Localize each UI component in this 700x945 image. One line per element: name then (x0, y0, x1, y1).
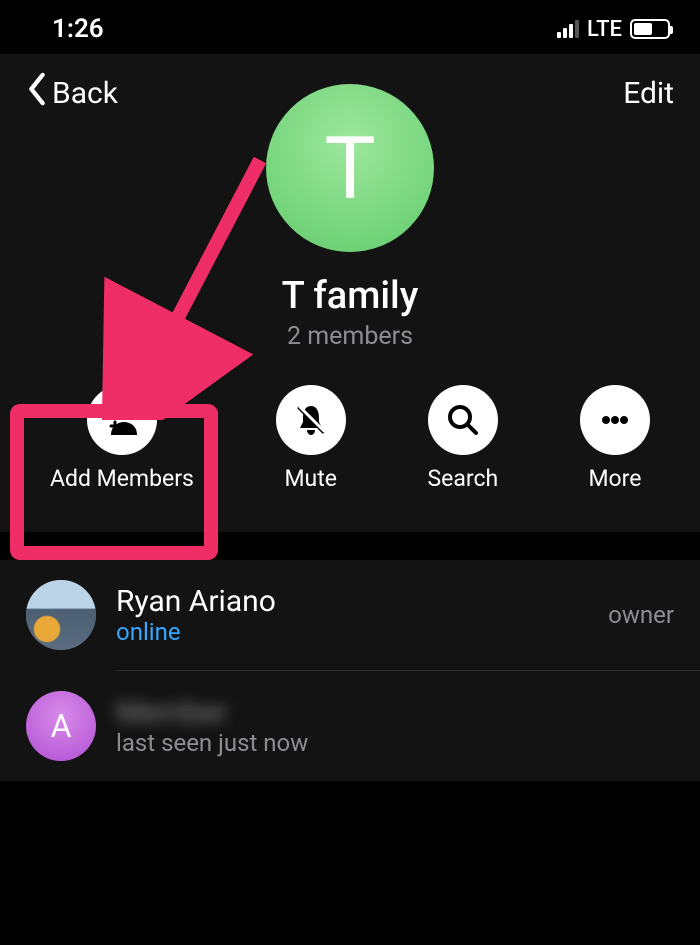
status-right: LTE (557, 17, 670, 42)
group-name: T family (26, 274, 674, 318)
avatar (26, 580, 96, 650)
search-button[interactable]: Search (428, 385, 499, 492)
signal-icon (557, 20, 579, 38)
member-name: Member (116, 696, 216, 729)
member-list: Ryan Ariano online owner A Member last s… (0, 560, 700, 781)
search-icon (428, 385, 498, 455)
more-icon (580, 385, 650, 455)
search-label: Search (428, 465, 499, 492)
mute-button[interactable]: Mute (276, 385, 346, 492)
battery-icon (630, 19, 670, 39)
edit-button[interactable]: Edit (623, 76, 674, 111)
member-status: online (116, 618, 588, 646)
group-avatar-initial: T (324, 118, 375, 219)
avatar: A (26, 691, 96, 761)
chevron-left-icon (26, 72, 48, 114)
member-row[interactable]: Ryan Ariano online owner (0, 560, 700, 670)
more-label: More (588, 465, 641, 492)
mute-label: Mute (284, 465, 336, 492)
network-label: LTE (587, 17, 622, 42)
member-role: owner (608, 601, 674, 629)
add-members-label: Add Members (50, 465, 194, 492)
member-name: Ryan Ariano (116, 585, 588, 618)
group-info-panel: Back Edit T T family 2 members Add Membe… (0, 54, 700, 532)
add-members-button[interactable]: Add Members (50, 385, 194, 492)
member-row[interactable]: A Member last seen just now (0, 671, 700, 781)
status-bar: 1:26 LTE (0, 0, 700, 54)
back-button[interactable]: Back (26, 72, 118, 114)
add-person-icon (87, 385, 157, 455)
bell-slash-icon (276, 385, 346, 455)
status-time: 1:26 (52, 14, 104, 44)
member-status: last seen just now (116, 729, 654, 757)
action-row: Add Members Mute Search (26, 385, 674, 492)
group-subtitle: 2 members (26, 322, 674, 351)
avatar-letter: A (51, 707, 72, 745)
more-button[interactable]: More (580, 385, 650, 492)
back-label: Back (52, 76, 118, 111)
group-avatar[interactable]: T (266, 84, 434, 252)
